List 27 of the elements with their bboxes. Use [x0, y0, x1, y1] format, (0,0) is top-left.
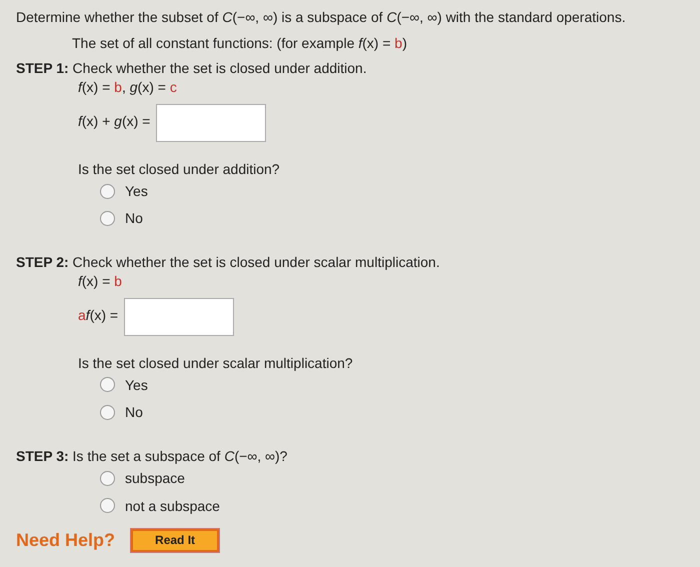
option-label[interactable]: No: [125, 403, 143, 422]
formula-text: f(x) = b, g(x) = c: [78, 78, 177, 95]
question-prompt: Is the set closed under addition?: [78, 160, 280, 177]
radio-button[interactable]: [100, 471, 115, 486]
step-instruction: STEP 2: Check whether the set is closed under scalar multiplication.: [16, 253, 441, 272]
radio-button[interactable]: [100, 404, 115, 420]
option-label[interactable]: not a subspace: [125, 496, 220, 515]
question-text: Determine whether the subset of C(−∞, ∞) is a subspace of C(−∞, ∞) with the standard operations.: [16, 8, 627, 26]
option-label[interactable]: No: [125, 209, 143, 228]
radio-button[interactable]: [100, 377, 115, 392]
help-label: Need Help?: [16, 528, 116, 552]
question-prompt: Is the set closed under scalar multiplication?: [78, 354, 353, 371]
radio-button[interactable]: [100, 210, 115, 226]
answer-field[interactable]: [156, 104, 266, 142]
step-instruction: STEP 1: Check whether the set is closed under addition.: [16, 59, 368, 78]
read-it-button[interactable]: Read It: [131, 528, 220, 552]
formula-text: f(x) = b: [78, 272, 122, 288]
formula-text: af(x) =: [78, 306, 118, 324]
radio-button[interactable]: [100, 498, 115, 514]
step-instruction: STEP 3: Is the set a subspace of C(−∞, ∞)?: [16, 447, 288, 466]
option-label[interactable]: subspace: [125, 469, 185, 488]
option-label[interactable]: Yes: [125, 376, 148, 394]
option-label[interactable]: Yes: [125, 182, 148, 200]
set-description: The set of all constant functions: (for example f(x) = b): [72, 35, 408, 52]
answer-field[interactable]: [124, 298, 234, 336]
radio-button[interactable]: [100, 184, 115, 199]
formula-text: f(x) + g(x) =: [78, 112, 150, 130]
